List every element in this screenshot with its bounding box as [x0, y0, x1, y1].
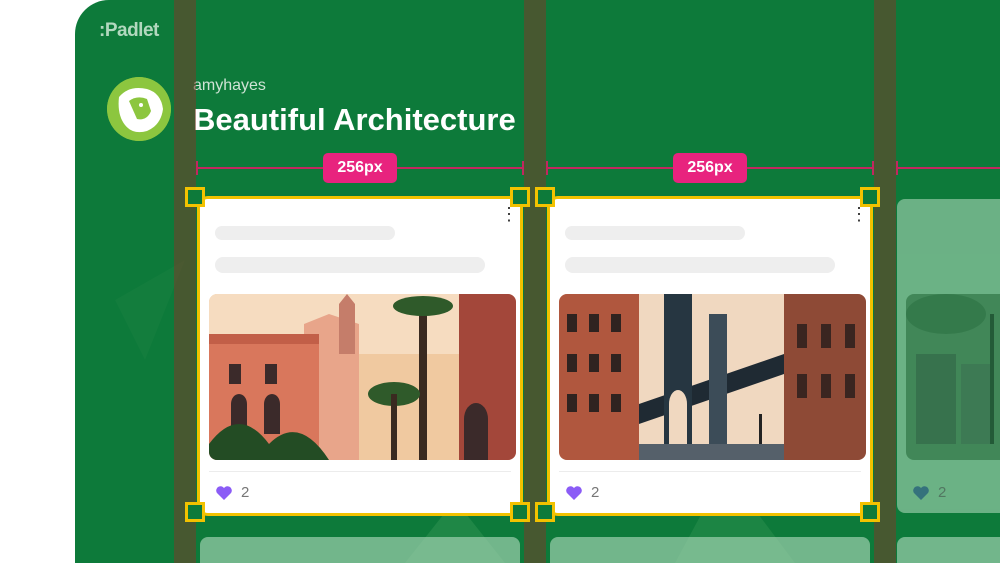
post-card[interactable]	[897, 537, 1000, 563]
page-title: Beautiful Architecture	[193, 102, 516, 137]
resize-handle[interactable]	[860, 187, 880, 207]
resize-handle[interactable]	[510, 187, 530, 207]
mediterranean-city-illustration	[209, 294, 516, 460]
placeholder-title	[565, 226, 745, 240]
width-label: 256px	[323, 153, 397, 183]
placeholder-title	[215, 226, 395, 240]
like-count[interactable]: 2	[215, 484, 249, 501]
post-card[interactable]: ⋮ 2	[200, 199, 520, 513]
more-options-icon[interactable]: ⋮	[850, 205, 868, 223]
width-measure-line	[896, 161, 1000, 175]
resize-handle[interactable]	[510, 502, 530, 522]
author-name: amyhayes	[193, 77, 266, 94]
placeholder-body	[565, 257, 835, 273]
card-divider	[559, 471, 861, 472]
heart-icon[interactable]	[215, 485, 233, 501]
heart-icon[interactable]	[565, 485, 583, 501]
heart-icon[interactable]	[912, 485, 930, 501]
column-gutter	[174, 0, 196, 563]
resize-handle[interactable]	[185, 502, 205, 522]
like-count-value: 2	[591, 484, 600, 501]
card-divider	[209, 471, 511, 472]
more-options-icon[interactable]: ⋮	[500, 205, 518, 223]
column-gutter	[874, 0, 896, 563]
lion-icon	[107, 77, 171, 141]
width-label: 256px	[673, 153, 747, 183]
like-count-value: 2	[938, 484, 947, 501]
bridge-street-illustration	[559, 294, 866, 460]
post-card[interactable]: ⋮ 2	[550, 199, 870, 513]
post-image[interactable]	[559, 294, 866, 460]
resize-handle[interactable]	[535, 502, 555, 522]
canal-town-illustration	[906, 294, 1000, 460]
resize-handle[interactable]	[185, 187, 205, 207]
placeholder-body	[215, 257, 485, 273]
like-count-value: 2	[241, 484, 250, 501]
avatar[interactable]	[107, 77, 171, 141]
padlet-board: :Padlet amyhayes Beautiful Architecture …	[75, 0, 1000, 563]
post-card[interactable]: 2	[897, 199, 1000, 513]
post-image[interactable]	[906, 294, 1000, 460]
padlet-logo[interactable]: :Padlet	[99, 20, 159, 42]
like-count[interactable]: 2	[912, 484, 946, 501]
post-card[interactable]	[200, 537, 520, 563]
resize-handle[interactable]	[860, 502, 880, 522]
post-card[interactable]	[550, 537, 870, 563]
like-count[interactable]: 2	[565, 484, 599, 501]
resize-handle[interactable]	[535, 187, 555, 207]
column-gutter	[524, 0, 546, 563]
post-image[interactable]	[209, 294, 516, 460]
